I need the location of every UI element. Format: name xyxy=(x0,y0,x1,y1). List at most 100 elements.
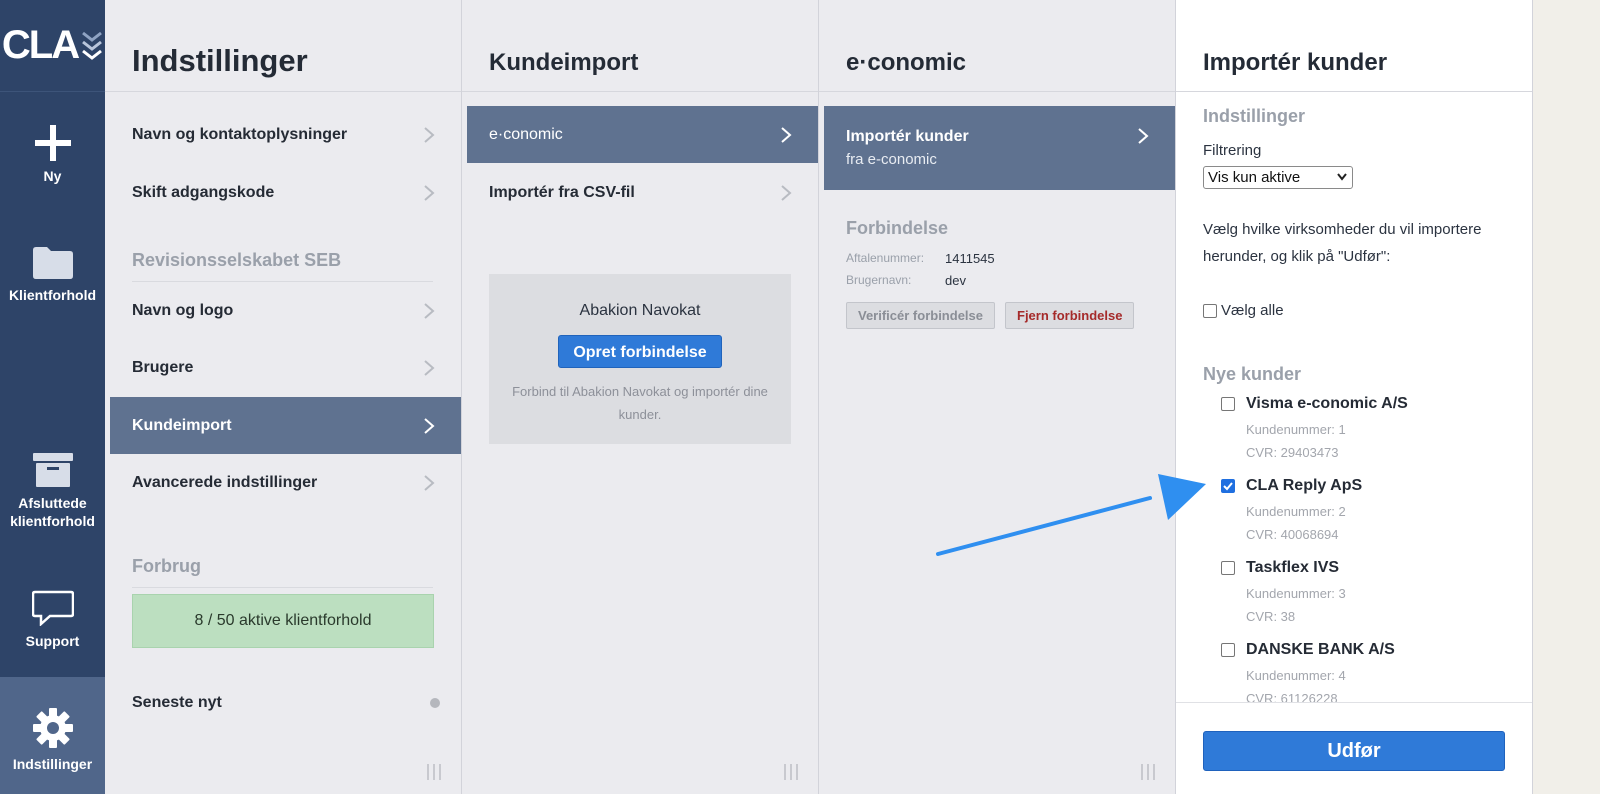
customer-name: Visma e-conomic A/S xyxy=(1246,395,1408,412)
chevron-right-icon xyxy=(423,184,435,202)
select-all-label[interactable]: Vælg alle xyxy=(1221,302,1284,319)
org-section-title: Revisionsselskabet SEB xyxy=(132,250,433,282)
submit-import-button[interactable]: Udfør xyxy=(1203,731,1505,771)
rail-label-clients: Klientforhold xyxy=(8,287,97,303)
customer-name: Taskflex IVS xyxy=(1246,559,1340,576)
username-row: Brugernavn: dev xyxy=(846,273,966,288)
folder-icon xyxy=(32,247,73,279)
rail-clients[interactable]: Klientforhold xyxy=(0,246,105,304)
settings-item-label: Kundeimport xyxy=(132,416,232,434)
rail-label-archived: Afsluttede klientforhold xyxy=(10,495,95,529)
agreement-value: 1411545 xyxy=(945,251,995,266)
settings-item-advanced[interactable]: Avancerede indstillinger xyxy=(110,454,461,511)
customer-cvr: CVR: 29403473 xyxy=(1246,445,1339,460)
plus-icon xyxy=(34,125,71,161)
chevron-right-icon xyxy=(780,126,792,144)
settings-panel: Indstillinger Navn og kontaktoplysninger… xyxy=(105,0,462,794)
customer-name: CLA Reply ApS xyxy=(1246,477,1363,494)
customer-checkbox[interactable] xyxy=(1221,397,1235,411)
import-item-label: e·conomic xyxy=(489,125,563,143)
customer-checkbox[interactable] xyxy=(1221,643,1235,657)
news-indicator-dot xyxy=(430,698,440,708)
agreement-number-row: Aftalenummer: 1411545 xyxy=(846,251,995,266)
usage-section-title: Forbrug xyxy=(132,556,433,588)
chevron-down-icon xyxy=(1337,173,1347,181)
resize-grip-icon[interactable] xyxy=(1141,764,1159,780)
create-connection-button[interactable]: Opret forbindelse xyxy=(558,335,722,368)
remove-connection-button[interactable]: Fjern forbindelse xyxy=(1005,302,1135,329)
rail-label-support: Support xyxy=(25,633,80,649)
filter-select-value: Vis kun aktive xyxy=(1208,169,1301,186)
rail-archived[interactable]: Afsluttede klientforhold xyxy=(0,452,105,530)
customer-name: DANSKE BANK A/S xyxy=(1246,641,1395,658)
import-header: Importér kunder xyxy=(1176,0,1532,92)
rail-new[interactable]: Ny xyxy=(0,125,105,185)
panel-title: Kundeimport xyxy=(489,49,639,76)
settings-item-label: Navn og logo xyxy=(132,301,234,319)
resize-grip-icon[interactable] xyxy=(784,764,802,780)
rail-support[interactable]: Support xyxy=(0,590,105,650)
customer-import-header: Kundeimport xyxy=(462,0,818,92)
connection-section-title: Forbindelse xyxy=(846,218,949,238)
filter-label: Filtrering xyxy=(1203,142,1262,159)
navokat-connect-card: Abakion Navokat Opret forbindelse Forbin… xyxy=(489,274,791,444)
import-footer: Udfør xyxy=(1176,702,1532,794)
import-customers-panel: Importér kunder Indstillinger Filtrering… xyxy=(1176,0,1533,794)
settings-item-password[interactable]: Skift adgangskode xyxy=(110,164,461,221)
username-value: dev xyxy=(945,273,966,288)
customer-number: Kundenummer: 2 xyxy=(1246,504,1346,519)
import-item-economic[interactable]: e·conomic xyxy=(467,106,818,163)
import-item-csv[interactable]: Importér fra CSV-fil xyxy=(467,164,818,221)
customer-cvr: CVR: 61126228 xyxy=(1246,691,1338,702)
import-item-label: Importér fra CSV-fil xyxy=(489,183,635,201)
username-label: Brugernavn: xyxy=(846,273,912,287)
customer-checkbox[interactable] xyxy=(1221,561,1235,575)
navokat-title: Abakion Navokat xyxy=(579,302,701,319)
settings-item-label: Navn og kontaktoplysninger xyxy=(132,125,348,143)
usage-badge: 8 / 50 aktive klientforhold xyxy=(132,594,434,648)
chevron-right-icon xyxy=(423,302,435,320)
app-sidebar: CLA Ny Klientforhold Afsluttede klientfo… xyxy=(0,0,105,794)
economic-item-title: Importér kunder xyxy=(846,128,969,145)
customer-import-panel: Kundeimport e·conomic Importér fra CSV-f… xyxy=(462,0,819,794)
rail-settings[interactable]: Indstillinger xyxy=(0,677,105,794)
navokat-description: Forbind til Abakion Navokat og importér … xyxy=(512,384,768,422)
settings-item-name-logo[interactable]: Navn og logo xyxy=(110,282,461,339)
settings-header: Indstillinger xyxy=(105,0,461,92)
panel-title: e·conomic xyxy=(846,49,967,76)
select-all-checkbox[interactable] xyxy=(1203,304,1217,318)
chevron-right-icon xyxy=(1137,127,1149,145)
filter-select[interactable]: Vis kun aktive xyxy=(1203,166,1353,189)
news-link[interactable]: Seneste nyt xyxy=(132,694,222,712)
customer-checkbox-checked[interactable] xyxy=(1221,479,1235,493)
economic-panel: e·conomic Importér kunder fra e-conomic … xyxy=(819,0,1176,794)
rail-label-settings: Indstillinger xyxy=(12,756,93,772)
verify-connection-button[interactable]: Verificér forbindelse xyxy=(846,302,995,329)
checkmark-icon xyxy=(1223,482,1233,491)
settings-item-customer-import[interactable]: Kundeimport xyxy=(110,397,461,454)
app-logo[interactable]: CLA xyxy=(0,0,105,92)
customer-cvr: CVR: 40068694 xyxy=(1246,527,1339,542)
chat-icon xyxy=(31,590,74,626)
gear-icon xyxy=(32,708,73,748)
chevron-right-icon xyxy=(423,474,435,492)
import-settings-section-title: Indstillinger xyxy=(1203,106,1306,126)
settings-item-contact[interactable]: Navn og kontaktoplysninger xyxy=(110,106,461,163)
archive-icon xyxy=(32,453,73,487)
settings-item-users[interactable]: Brugere xyxy=(110,339,461,396)
chevron-right-icon xyxy=(423,359,435,377)
chevron-right-icon xyxy=(780,184,792,202)
import-scroll-area[interactable]: Indstillinger Filtrering Vis kun aktive … xyxy=(1176,92,1532,702)
import-instructions: Vælg hvilke virksomheder du vil importer… xyxy=(1203,221,1482,265)
rail-label-new: Ny xyxy=(43,168,62,184)
economic-import-customers-item[interactable]: Importér kunder fra e-conomic xyxy=(824,106,1175,190)
customer-number: Kundenummer: 4 xyxy=(1246,668,1346,683)
resize-grip-icon[interactable] xyxy=(427,764,445,780)
panel-title: Importér kunder xyxy=(1203,49,1388,76)
economic-item-subtitle: fra e-conomic xyxy=(846,151,937,168)
new-customers-section-title: Nye kunder xyxy=(1203,364,1302,384)
customer-cvr: CVR: 38 xyxy=(1246,609,1296,624)
customer-number: Kundenummer: 1 xyxy=(1246,422,1346,437)
chevron-right-icon xyxy=(423,126,435,144)
settings-item-label: Brugere xyxy=(132,358,194,376)
